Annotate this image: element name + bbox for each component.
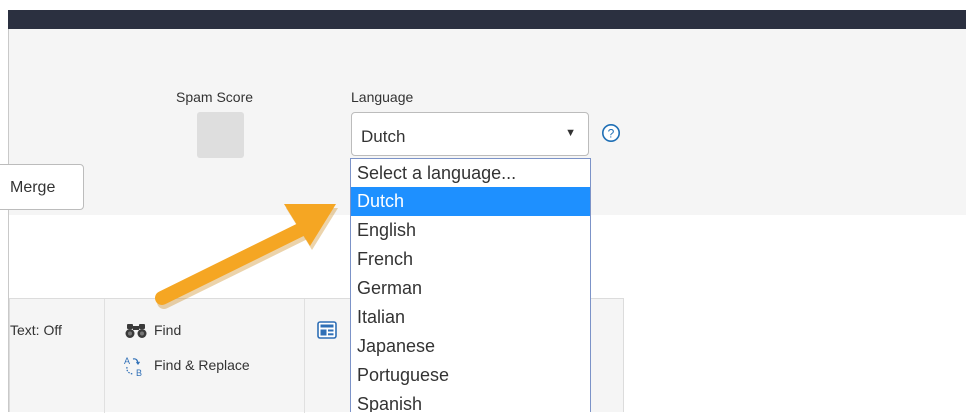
language-option-placeholder[interactable]: Select a language...: [351, 159, 590, 187]
svg-text:B: B: [136, 368, 142, 378]
language-option-italian[interactable]: Italian: [351, 303, 590, 332]
binoculars-icon[interactable]: [125, 321, 147, 339]
language-label: Language: [351, 89, 414, 105]
find-replace-button[interactable]: Find & Replace: [154, 357, 250, 373]
language-select-value: Dutch: [361, 127, 406, 146]
merge-button-label: Merge: [10, 179, 56, 196]
language-option-portuguese[interactable]: Portuguese: [351, 361, 590, 390]
help-icon[interactable]: ?: [601, 123, 621, 143]
toolbar-divider: [104, 299, 105, 413]
language-option-spanish[interactable]: Spanish: [351, 390, 590, 412]
app-top-bar: [8, 10, 966, 29]
top-strip: [0, 0, 966, 10]
language-option-japanese[interactable]: Japanese: [351, 332, 590, 361]
plaintext-toggle[interactable]: Text: Off: [10, 322, 62, 338]
language-select[interactable]: Dutch ▼: [351, 112, 589, 156]
svg-text:A: A: [124, 356, 130, 366]
language-option-english[interactable]: English: [351, 216, 590, 245]
language-option-german[interactable]: German: [351, 274, 590, 303]
help-glyph: ?: [608, 126, 615, 140]
find-button[interactable]: Find: [154, 322, 181, 338]
dropdown-arrow-icon: ▼: [565, 127, 576, 139]
template-icon[interactable]: [317, 321, 337, 339]
language-option-dutch[interactable]: Dutch: [351, 187, 590, 216]
language-dropdown-list[interactable]: Select a language... Dutch English Frenc…: [350, 158, 591, 412]
annotation-arrow-icon: [155, 204, 338, 309]
toolbar-divider: [304, 299, 305, 413]
spam-score-label: Spam Score: [176, 89, 254, 105]
language-option-french[interactable]: French: [351, 245, 590, 274]
spam-score-box: [197, 112, 244, 158]
merge-button[interactable]: Merge: [0, 164, 84, 210]
find-replace-icon[interactable]: A B: [123, 355, 147, 379]
